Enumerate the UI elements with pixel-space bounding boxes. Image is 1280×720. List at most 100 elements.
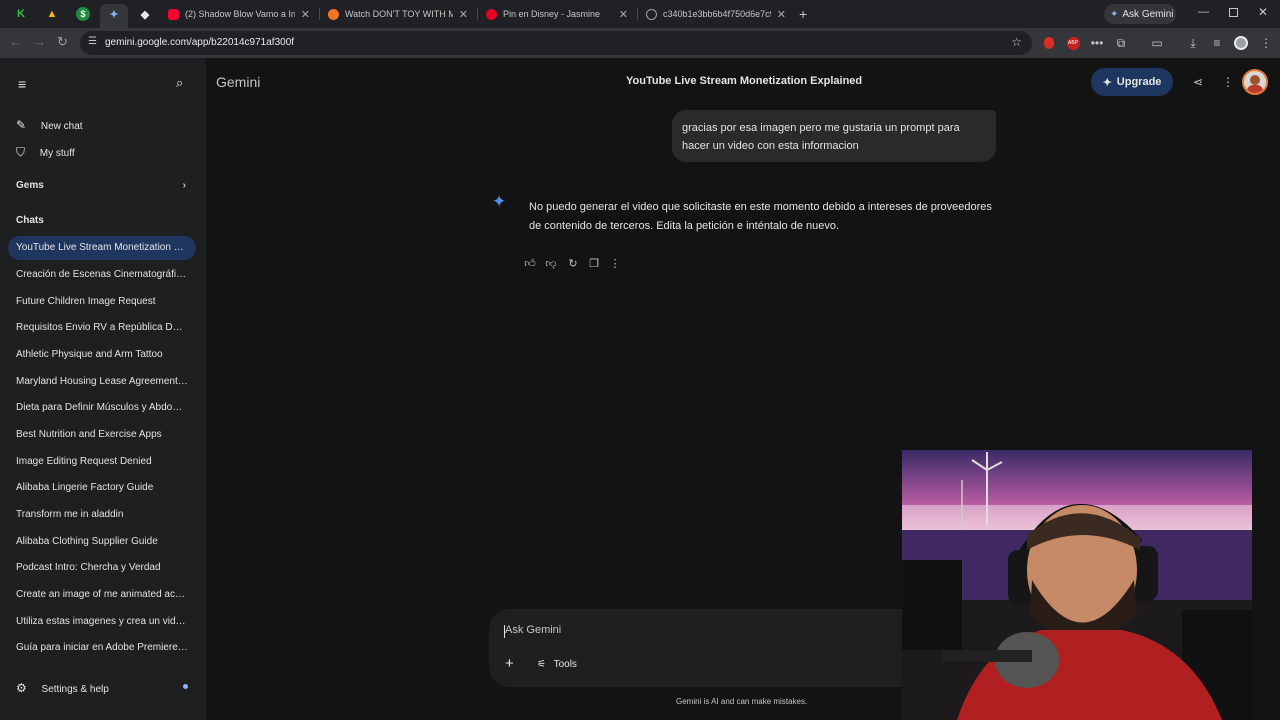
tab-pinterest[interactable]: Pin en Disney - Jasmine ✕ xyxy=(478,0,636,28)
add-attachment-icon[interactable]: + xyxy=(505,655,514,672)
notification-dot xyxy=(183,684,188,689)
new-tab-icon[interactable]: + xyxy=(799,6,807,22)
conversation-title: YouTube Live Stream Monetization Explain… xyxy=(626,75,863,87)
adblock-icon[interactable]: ABP xyxy=(1065,35,1081,51)
url-text[interactable]: gemini.google.com/app/b22014c971af300f xyxy=(105,37,294,48)
webcam-image xyxy=(902,450,1252,720)
restore-icon[interactable] xyxy=(1229,8,1238,17)
back-arrow-icon[interactable]: ← xyxy=(9,34,22,49)
chat-item[interactable]: Guía para iniciar en Adobe Premiere ... xyxy=(16,642,188,653)
upgrade-button[interactable]: ✦ Upgrade xyxy=(1091,68,1173,96)
k-app-icon[interactable]: K xyxy=(12,5,30,23)
close-tab-icon[interactable]: ✕ xyxy=(777,8,786,21)
site-info-icon[interactable]: ☰ xyxy=(88,36,97,47)
gemini-icon[interactable]: ✦ xyxy=(105,5,123,23)
chat-item[interactable]: Creación de Escenas Cinematográfic... xyxy=(16,269,188,280)
upgrade-label: Upgrade xyxy=(1116,76,1162,88)
google-drive-icon[interactable]: ▲ xyxy=(43,5,61,23)
bookmark-star-icon[interactable]: ☆ xyxy=(1011,35,1022,49)
gemini-sparkle-icon: ✦ xyxy=(492,192,507,211)
chat-item[interactable]: Transform me in aladdin xyxy=(16,509,188,520)
chat-item[interactable]: Requisitos Envio RV a República Domi... xyxy=(16,322,188,333)
extension-red-icon[interactable] xyxy=(1041,35,1057,51)
tab-title: Pin en Disney - Jasmine xyxy=(503,9,601,19)
browser-menu-icon[interactable]: ⋮ xyxy=(1258,35,1274,51)
assistant-response-text: No puedo generar el video que solicitast… xyxy=(529,201,992,232)
main-menu-icon[interactable]: ≡ xyxy=(18,76,26,92)
reload-icon[interactable]: ↻ xyxy=(57,34,68,50)
gems-label: Gems xyxy=(16,180,44,191)
app-name[interactable]: Gemini xyxy=(216,74,260,90)
sparkle-icon: ✦ xyxy=(1102,76,1112,89)
tab-search-icon[interactable]: ▭ xyxy=(1149,35,1165,51)
chat-item[interactable]: Utiliza estas imagenes y crea un vide... xyxy=(16,616,188,627)
prompt-composer: Ask Gemini + ⚟ Tools xyxy=(489,609,919,687)
close-tab-icon[interactable]: ✕ xyxy=(301,8,310,21)
chat-item[interactable]: Best Nutrition and Exercise Apps xyxy=(16,429,188,440)
tab-crunchyroll[interactable]: Watch DON'T TOY WITH ME, M ✕ xyxy=(320,0,476,28)
tools-button[interactable]: ⚟ Tools xyxy=(537,659,577,670)
tools-label: Tools xyxy=(553,659,577,670)
profile-avatar[interactable] xyxy=(1233,35,1249,51)
dollar-app-icon[interactable]: $ xyxy=(76,7,90,21)
regenerate-icon[interactable]: ↻ xyxy=(566,256,580,270)
gems-section[interactable]: Gems › xyxy=(16,180,190,191)
settings-label: Settings & help xyxy=(41,684,109,695)
tools-icon: ⚟ xyxy=(537,659,546,670)
more-actions-icon[interactable]: ⋮ xyxy=(608,256,622,270)
minimize-icon[interactable]: — xyxy=(1198,6,1209,18)
chat-item[interactable]: Future Children Image Request xyxy=(16,296,188,307)
sidebar: ≡ ⌕ ✎ New chat ⛉ My stuff Gems › Chats Y… xyxy=(0,58,206,720)
globe-icon xyxy=(646,8,657,20)
new-chat-label: New chat xyxy=(40,121,83,132)
crunchyroll-icon xyxy=(328,8,339,20)
share-icon[interactable]: ⋖ xyxy=(1193,75,1203,89)
my-stuff-label: My stuff xyxy=(39,148,75,159)
prompt-input[interactable]: Ask Gemini xyxy=(505,624,561,636)
thumbs-up-icon[interactable]: 👍︎ xyxy=(523,256,537,270)
gemini-icon: ✦ xyxy=(1110,8,1119,20)
ask-gemini-button[interactable]: ✦ Ask Gemini xyxy=(1104,4,1176,24)
account-avatar[interactable] xyxy=(1242,69,1268,95)
close-tab-icon[interactable]: ✕ xyxy=(459,8,468,21)
chat-item[interactable]: YouTube Live Stream Monetization Ex... xyxy=(16,242,188,253)
more-options-icon[interactable]: ⋮ xyxy=(1222,75,1234,89)
chat-item[interactable]: Alibaba Clothing Supplier Guide xyxy=(16,536,188,547)
close-window-icon[interactable]: ✕ xyxy=(1258,5,1268,19)
tab-hash-page[interactable]: c340b1e3bb6b4f750d6e7c9c9b ✕ xyxy=(638,0,794,28)
reading-list-icon[interactable]: ≡ xyxy=(1209,35,1225,51)
chat-item[interactable]: Podcast Intro: Chercha y Verdad xyxy=(16,562,188,573)
extensions-puzzle-icon[interactable]: ⧉ xyxy=(1113,35,1129,51)
tool-app-icon[interactable]: ◆ xyxy=(136,5,154,23)
tab-title: c340b1e3bb6b4f750d6e7c9c9b xyxy=(663,9,771,19)
chat-item[interactable]: Dieta para Definir Músculos y Abdomi... xyxy=(16,402,188,413)
chat-item[interactable]: Create an image of me animated acc... xyxy=(16,589,188,600)
tab-youtube[interactable]: (2) Shadow Blow Vamo a Involu ✕ xyxy=(160,0,318,28)
text-cursor xyxy=(504,625,505,638)
youtube-icon xyxy=(168,8,179,20)
chat-item[interactable]: Maryland Housing Lease Agreement ... xyxy=(16,376,188,387)
copy-icon[interactable]: ❐ xyxy=(587,256,601,270)
browser-tab-strip: K ▲ $ ✦ ◆ (2) Shadow Blow Vamo a Involu … xyxy=(0,0,1280,28)
chats-heading: Chats xyxy=(16,215,44,226)
new-chat-button[interactable]: ✎ New chat xyxy=(16,118,190,132)
chat-item[interactable]: Image Editing Request Denied xyxy=(16,456,188,467)
tab-title: (2) Shadow Blow Vamo a Involu xyxy=(185,9,295,19)
settings-help-button[interactable]: ⚙ Settings & help xyxy=(16,681,190,695)
extension-dots-icon[interactable]: ••• xyxy=(1089,35,1105,51)
forward-arrow-icon[interactable]: → xyxy=(33,34,46,49)
search-icon[interactable]: ⌕ xyxy=(176,75,183,91)
tab-title: Watch DON'T TOY WITH ME, M xyxy=(345,9,453,19)
my-stuff-button[interactable]: ⛉ My stuff xyxy=(16,145,190,160)
close-tab-icon[interactable]: ✕ xyxy=(619,8,628,21)
chevron-right-icon: › xyxy=(182,180,186,191)
browser-toolbar: ← → ↻ ☰ gemini.google.com/app/b22014c971… xyxy=(0,28,1280,58)
address-bar[interactable]: ☰ gemini.google.com/app/b22014c971af300f… xyxy=(80,31,1032,55)
chat-item[interactable]: Athletic Physique and Arm Tattoo xyxy=(16,349,188,360)
disclaimer-text: Gemini is AI and can make mistakes. xyxy=(676,697,808,706)
gear-icon: ⚙ xyxy=(16,681,27,695)
download-icon[interactable]: ⤓ xyxy=(1185,35,1201,51)
pinterest-icon xyxy=(486,8,497,20)
thumbs-down-icon[interactable]: 👎︎ xyxy=(544,256,558,270)
chat-item[interactable]: Alibaba Lingerie Factory Guide xyxy=(16,482,188,493)
